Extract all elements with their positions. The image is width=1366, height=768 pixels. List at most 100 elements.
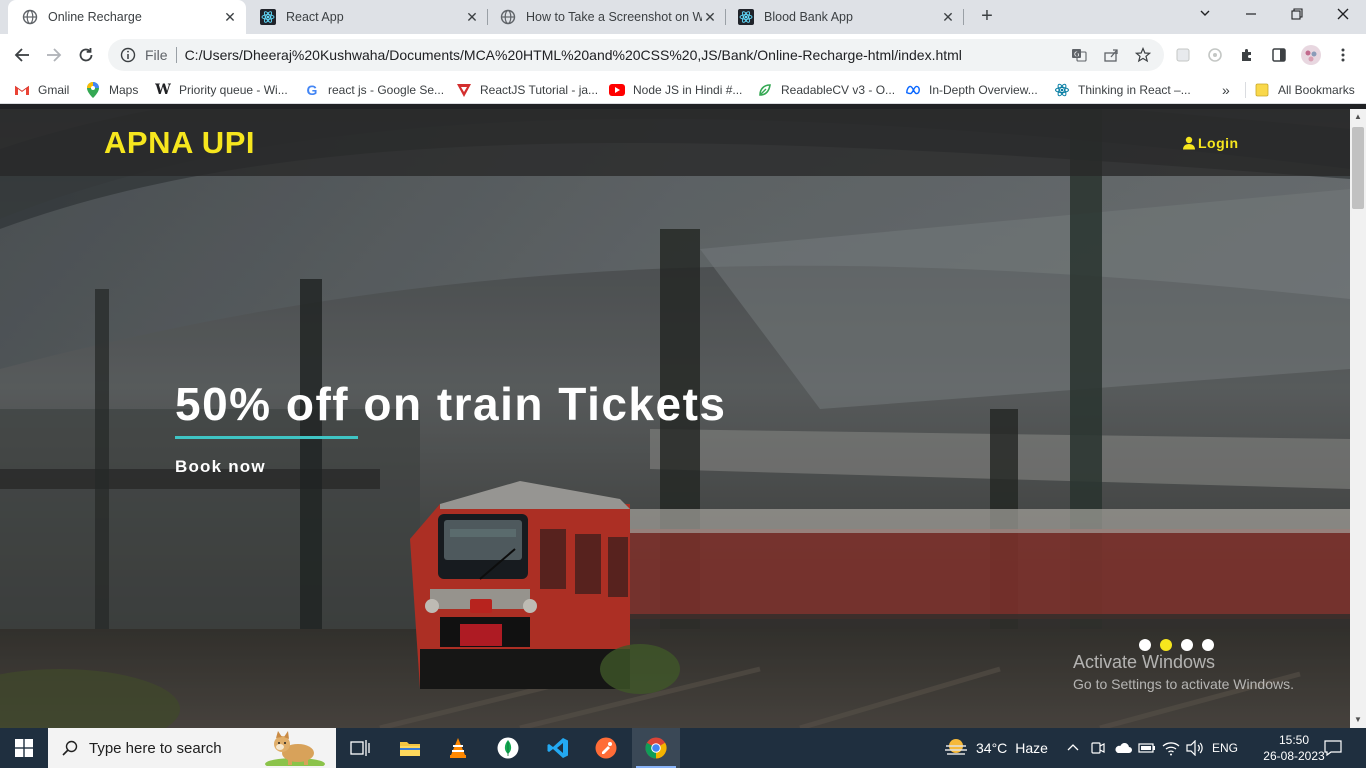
close-tab-icon[interactable]: ✕	[464, 9, 480, 25]
tab-search-chevron-icon[interactable]	[1182, 0, 1228, 30]
slider-dot-2[interactable]	[1160, 639, 1172, 651]
vscode-icon[interactable]	[534, 728, 582, 768]
bookmark-label: Gmail	[38, 83, 70, 97]
book-now-link[interactable]: Book now	[175, 457, 266, 477]
bookmark-label: Priority queue - Wi...	[179, 83, 288, 97]
bookmark-readablecv[interactable]: ReadableCV v3 - O...	[757, 82, 895, 98]
react-icon	[738, 9, 754, 25]
extension-icon[interactable]	[1173, 45, 1193, 65]
mongodb-compass-icon[interactable]	[484, 728, 532, 768]
tab-title: React App	[286, 10, 344, 24]
all-bookmarks-label: All Bookmarks	[1278, 83, 1355, 97]
input-language[interactable]: ENG	[1212, 728, 1238, 768]
bookmarks-overflow-button[interactable]: »	[1222, 82, 1230, 98]
vlc-icon[interactable]	[434, 728, 482, 768]
bookmark-in-depth-overview[interactable]: In-Depth Overview...	[905, 82, 1038, 98]
site-info-icon[interactable]	[119, 46, 137, 64]
bookmark-star-icon[interactable]	[1134, 46, 1152, 64]
translate-icon[interactable]: G	[1070, 46, 1088, 64]
bookmark-maps[interactable]: Maps	[85, 82, 138, 98]
close-tab-icon[interactable]: ✕	[702, 9, 718, 25]
bookmark-thinking-in-react[interactable]: Thinking in React –...	[1054, 82, 1191, 98]
brand-logo[interactable]: APNA UPI	[104, 125, 255, 161]
slider-dot-1[interactable]	[1139, 639, 1151, 651]
chrome-menu-icon[interactable]	[1333, 45, 1353, 65]
bookmark-label: Thinking in React –...	[1078, 83, 1191, 97]
profile-avatar[interactable]	[1301, 45, 1321, 65]
all-bookmarks-button[interactable]: All Bookmarks	[1254, 82, 1355, 98]
close-tab-icon[interactable]: ✕	[222, 9, 238, 25]
address-bar[interactable]: File C:/Users/Dheeraj%20Kushwaha/Documen…	[108, 39, 1164, 71]
login-link[interactable]: Login	[1182, 135, 1239, 151]
wifi-icon[interactable]	[1162, 728, 1180, 768]
extension-icon[interactable]	[1205, 45, 1225, 65]
bookmarks-bar: Gmail Maps W Priority queue - Wi... G re…	[0, 76, 1366, 104]
page-scrollbar[interactable]: ▲ ▼	[1350, 109, 1366, 728]
share-icon[interactable]	[1102, 46, 1120, 64]
globe-icon	[22, 9, 38, 25]
restore-icon[interactable]	[1274, 0, 1320, 30]
windows-start-icon[interactable]	[0, 728, 48, 768]
url-divider	[175, 47, 177, 63]
back-arrow-icon[interactable]	[10, 43, 34, 67]
scroll-up-arrow-icon[interactable]: ▲	[1350, 109, 1366, 125]
weather-condition: Haze	[1015, 740, 1048, 756]
bookmark-node-js-hindi[interactable]: Node JS in Hindi #...	[609, 82, 742, 98]
taskbar-search-box[interactable]: Type here to search	[48, 728, 336, 768]
bookmark-gmail[interactable]: Gmail	[14, 82, 69, 98]
forward-arrow-icon[interactable]	[42, 43, 66, 67]
onedrive-cloud-icon[interactable]	[1114, 728, 1132, 768]
bookmark-label: ReactJS Tutorial - ja...	[480, 83, 599, 97]
slide-heading: 50% off on train Tickets	[175, 378, 727, 430]
activate-windows-title: Activate Windows	[1073, 652, 1216, 672]
bookmark-label: react js - Google Se...	[328, 83, 445, 97]
tab-screenshot-guide[interactable]: How to Take a Screenshot on Wi ✕	[486, 0, 726, 34]
volume-icon[interactable]	[1186, 728, 1204, 768]
tab-blood-bank-app[interactable]: Blood Bank App ✕	[724, 0, 964, 34]
bookmark-label: ReadableCV v3 - O...	[781, 83, 896, 97]
taskbar-clock[interactable]: 15:50 26-08-2023	[1262, 732, 1326, 764]
url-text[interactable]: C:/Users/Dheeraj%20Kushwaha/Documents/MC…	[185, 47, 962, 63]
close-window-icon[interactable]	[1320, 0, 1366, 30]
extensions-puzzle-icon[interactable]	[1237, 45, 1257, 65]
new-tab-button[interactable]: +	[976, 5, 998, 27]
tab-react-app[interactable]: React App ✕	[246, 0, 488, 34]
weather-widget[interactable]: 34°C Haze	[944, 728, 1048, 768]
clock-time: 15:50	[1278, 733, 1310, 747]
slider-dot-3[interactable]	[1181, 639, 1193, 651]
tab-online-recharge[interactable]: Online Recharge ✕	[8, 0, 246, 34]
scroll-down-arrow-icon[interactable]: ▼	[1350, 712, 1366, 728]
search-highlight-dog-icon	[265, 731, 325, 766]
tab-title: How to Take a Screenshot on Wi	[526, 10, 702, 24]
bookmark-react-js-search[interactable]: G react js - Google Se...	[304, 82, 445, 98]
meta-icon	[905, 82, 921, 98]
close-tab-icon[interactable]: ✕	[940, 9, 956, 25]
meet-now-icon[interactable]	[1090, 728, 1106, 768]
notifications-icon[interactable]	[1324, 728, 1342, 768]
file-explorer-icon[interactable]	[386, 728, 434, 768]
search-icon	[62, 740, 78, 756]
show-hidden-icons-chevron-icon[interactable]	[1066, 728, 1080, 768]
slider-dot-4[interactable]	[1202, 639, 1214, 651]
maps-icon	[85, 82, 101, 98]
page-viewport: APNA UPI Login 50% off on train Tickets …	[0, 109, 1350, 728]
reload-icon[interactable]	[74, 43, 98, 67]
task-view-icon[interactable]	[336, 728, 384, 768]
google-icon: G	[306, 82, 318, 98]
chrome-taskbar-icon[interactable]	[632, 728, 680, 768]
bookmark-priority-queue[interactable]: W Priority queue - Wi...	[155, 82, 288, 98]
scrollbar-thumb[interactable]	[1352, 127, 1364, 209]
battery-icon[interactable]	[1138, 728, 1156, 768]
postman-icon[interactable]	[582, 728, 630, 768]
bookmark-label: Maps	[109, 83, 139, 97]
minimize-icon[interactable]	[1228, 0, 1274, 30]
tab-title: Online Recharge	[48, 10, 142, 24]
javatpoint-icon	[456, 82, 472, 98]
clock-date: 26-08-2023	[1263, 749, 1325, 763]
tab-separator	[963, 9, 964, 25]
gmail-icon	[14, 82, 30, 98]
bookmark-reactjs-tutorial[interactable]: ReactJS Tutorial - ja...	[456, 82, 598, 98]
tab-title: Blood Bank App	[764, 10, 853, 24]
user-icon	[1183, 136, 1195, 150]
side-panel-icon[interactable]	[1269, 45, 1289, 65]
